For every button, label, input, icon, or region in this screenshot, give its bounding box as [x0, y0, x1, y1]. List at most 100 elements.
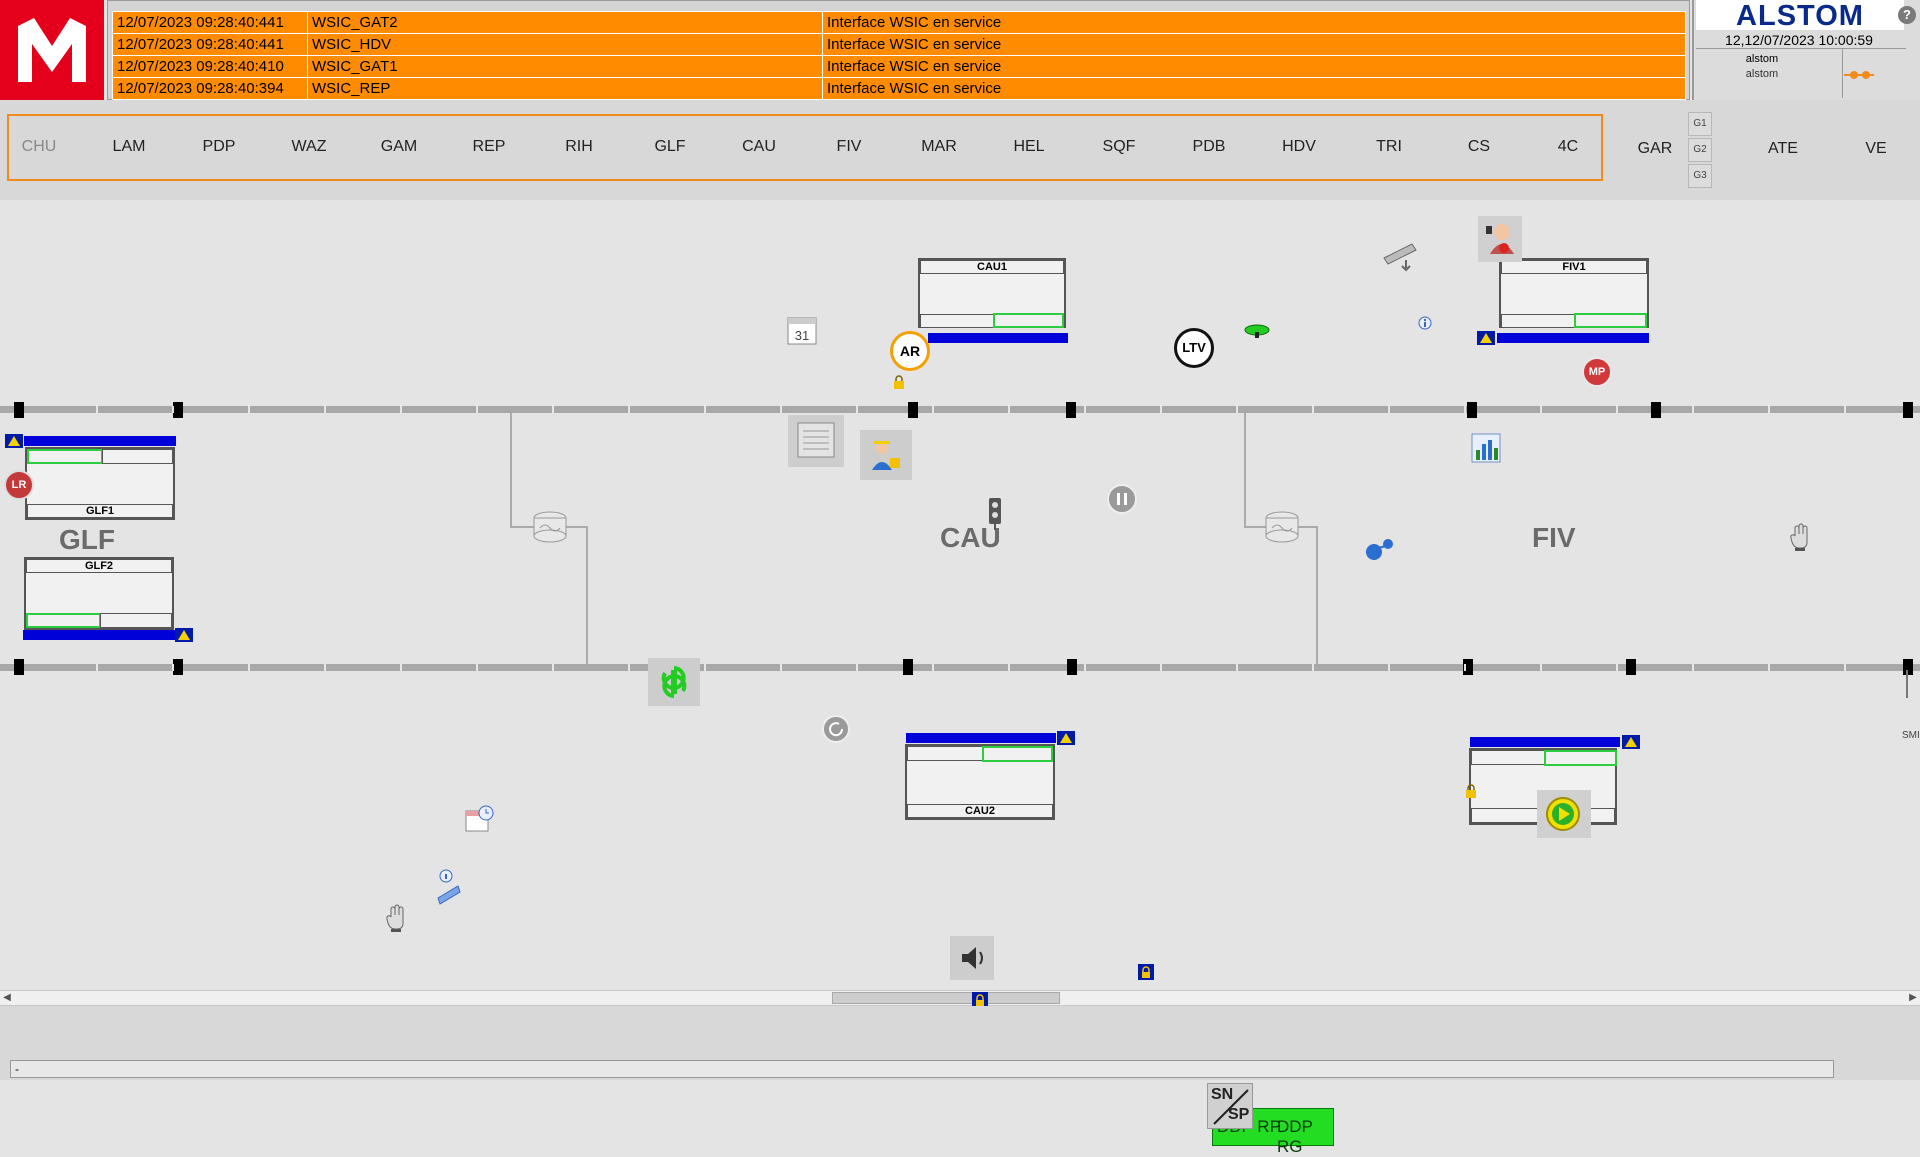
station-button-sqf[interactable]: SQF: [1084, 138, 1154, 156]
signal-marker[interactable]: [1067, 659, 1077, 675]
pause-icon[interactable]: [1106, 483, 1138, 515]
station-navigation-bar: CHU LAM PDP WAZ GAM REP RIH GLF CAU FIV …: [0, 100, 1920, 200]
station-button-mar[interactable]: MAR: [904, 138, 974, 156]
signal-marker[interactable]: [1903, 402, 1913, 418]
station-button-hel[interactable]: HEL: [994, 138, 1064, 156]
rail-joint: [552, 664, 554, 671]
group-button-g1[interactable]: G1: [1688, 112, 1712, 136]
lr-badge[interactable]: LR: [4, 470, 34, 500]
alarm-row[interactable]: 12/07/2023 09:28:40:441 WSIC_HDV Interfa…: [112, 33, 1686, 56]
rail-joint: [324, 406, 326, 413]
sn-sp-button[interactable]: SN SP: [1207, 1083, 1253, 1129]
ltv-badge[interactable]: LTV: [1174, 328, 1214, 368]
warning-icon[interactable]: [175, 628, 193, 642]
alarm-row[interactable]: 12/07/2023 09:28:40:441 WSIC_GAT2 Interf…: [112, 11, 1686, 34]
recycle-icon[interactable]: [648, 658, 700, 706]
traffic-signal-icon[interactable]: [986, 498, 1004, 530]
ar-badge[interactable]: AR: [890, 331, 930, 371]
ate-button[interactable]: ATE: [1748, 140, 1818, 158]
hand-stop-icon[interactable]: [386, 903, 406, 933]
station-button-pdp[interactable]: PDP: [184, 138, 254, 156]
hand-stop-icon[interactable]: [1790, 522, 1810, 552]
alarm-row[interactable]: 12/07/2023 09:28:40:410 WSIC_GAT1 Interf…: [112, 55, 1686, 78]
mp-badge[interactable]: MP: [1582, 357, 1612, 387]
alarm-message: Interface WSIC en service: [822, 55, 1686, 78]
command-line-input[interactable]: -: [10, 1060, 1834, 1078]
loudspeaker-icon[interactable]: [950, 936, 994, 980]
refresh-icon[interactable]: [820, 714, 852, 744]
station-button-glf[interactable]: GLF: [635, 138, 705, 156]
station-button-cs[interactable]: CS: [1444, 138, 1514, 156]
rail-joint: [1692, 406, 1694, 413]
alarm-row[interactable]: 12/07/2023 09:28:40:394 WSIC_REP Interfa…: [112, 77, 1686, 100]
platform-name: CAU1: [977, 261, 1007, 273]
platform-glf1[interactable]: GLF1: [25, 447, 175, 520]
help-icon[interactable]: ?: [1898, 6, 1916, 24]
warning-icon[interactable]: [5, 434, 23, 448]
display-panel-icon[interactable]: [788, 415, 844, 467]
station-button-chu[interactable]: CHU: [4, 138, 74, 156]
station-button-waz[interactable]: WAZ: [274, 138, 344, 156]
platform-occupancy-bar: [928, 333, 1068, 343]
platform-cau2[interactable]: CAU2: [905, 744, 1055, 820]
station-button-4c[interactable]: 4C: [1533, 138, 1603, 156]
station-button-rep[interactable]: REP: [454, 138, 524, 156]
switch-machine-icon[interactable]: [1264, 510, 1300, 544]
station-button-fiv[interactable]: FIV: [814, 138, 884, 156]
scroll-right-arrow[interactable]: ▶: [1906, 991, 1920, 1005]
train-icon[interactable]: [1380, 238, 1420, 274]
station-button-lam[interactable]: LAM: [94, 138, 164, 156]
calendar-icon[interactable]: 31: [786, 314, 818, 346]
station-button-tri[interactable]: TRI: [1354, 138, 1424, 156]
platform-fiv1[interactable]: FIV1: [1499, 258, 1649, 328]
station-button-gam[interactable]: GAM: [364, 138, 434, 156]
switch-machine-icon[interactable]: [532, 510, 568, 544]
gar-button[interactable]: GAR: [1620, 140, 1690, 158]
play-button-icon[interactable]: [1537, 790, 1591, 838]
warning-icon[interactable]: [1057, 731, 1075, 745]
ve-button[interactable]: VE: [1841, 140, 1911, 158]
group-button-g2[interactable]: G2: [1688, 138, 1712, 162]
signal-marker[interactable]: [1903, 659, 1913, 675]
rail-joint: [1008, 406, 1010, 413]
warning-icon[interactable]: [1477, 331, 1495, 345]
signal-marker[interactable]: [908, 402, 918, 418]
platform-occupancy-bar: [24, 436, 176, 446]
signal-marker[interactable]: [173, 402, 183, 418]
horizontal-scrollbar[interactable]: ◀ ▶: [0, 990, 1920, 1006]
signal-marker[interactable]: [14, 659, 24, 675]
info-train-icon[interactable]: [436, 868, 462, 906]
alarm-time: 12/07/2023 09:28:40:441: [112, 33, 308, 56]
station-button-rih[interactable]: RIH: [544, 138, 614, 156]
signal-marker[interactable]: [1066, 402, 1076, 418]
operator-marker-icon[interactable]: [1364, 534, 1398, 564]
rail-joint: [1768, 664, 1770, 671]
signal-marker[interactable]: [1626, 659, 1636, 675]
signal-marker[interactable]: [903, 659, 913, 675]
rail-joint: [1388, 664, 1390, 671]
operator-alert-icon[interactable]: [1478, 216, 1522, 262]
maintenance-worker-icon[interactable]: [860, 430, 912, 480]
station-button-hdv[interactable]: HDV: [1264, 138, 1334, 156]
user-name: alstom: [1745, 53, 1779, 65]
schedule-icon[interactable]: [464, 803, 496, 835]
info-icon[interactable]: [1418, 316, 1432, 330]
platform-cau1[interactable]: CAU1: [918, 258, 1066, 328]
statistics-chart-icon[interactable]: [1470, 432, 1502, 464]
green-beacon-icon[interactable]: [1243, 324, 1271, 340]
lock-icon[interactable]: [1138, 964, 1154, 980]
warning-icon[interactable]: [1622, 735, 1640, 749]
signal-marker[interactable]: [1467, 402, 1477, 418]
platform-door-status: [102, 449, 173, 464]
station-button-cau[interactable]: CAU: [724, 138, 794, 156]
group-button-g3[interactable]: G3: [1688, 164, 1712, 188]
scroll-left-arrow[interactable]: ◀: [0, 991, 14, 1005]
signal-marker[interactable]: [1651, 402, 1661, 418]
station-button-pdb[interactable]: PDB: [1174, 138, 1244, 156]
signal-marker[interactable]: [14, 402, 24, 418]
platform-glf2[interactable]: GLF2: [24, 557, 174, 630]
signal-marker[interactable]: [173, 659, 183, 675]
rail-joint: [476, 406, 478, 413]
ddp-rg-label[interactable]: DDP RG: [1277, 1117, 1333, 1157]
scroll-thumb[interactable]: [832, 992, 1060, 1004]
